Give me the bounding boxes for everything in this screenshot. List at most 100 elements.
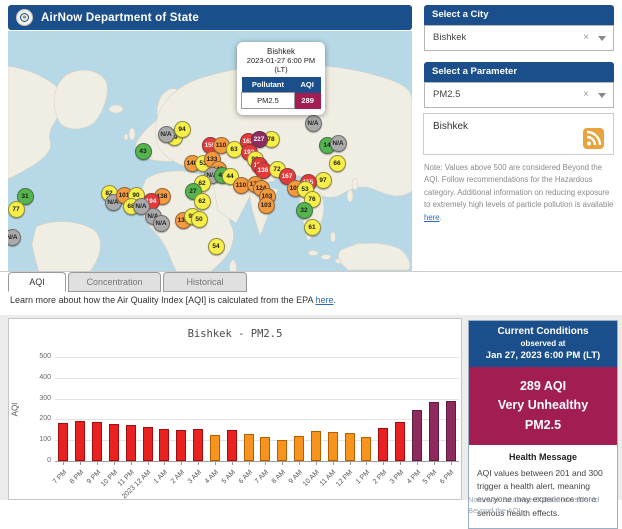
current-aqi-block: 289 AQI Very Unhealthy PM2.5: [469, 367, 617, 445]
chart-x-tick-label: 1 PM: [355, 469, 372, 486]
sidebar-note-link[interactable]: here: [424, 213, 440, 222]
chart-bar[interactable]: [328, 432, 338, 461]
chart-bar[interactable]: [260, 437, 270, 461]
tab-aqi[interactable]: AQI: [8, 272, 66, 292]
aqi-marker[interactable]: N/A: [330, 135, 347, 152]
aqi-marker[interactable]: N/A: [8, 229, 21, 246]
chart-x-tick-label: 4 AM: [204, 469, 220, 485]
chart-gridline: [55, 461, 459, 462]
chart-bar[interactable]: [345, 433, 355, 461]
aqi-marker[interactable]: 66: [329, 155, 346, 172]
chart-y-tick-label: 400: [15, 374, 51, 381]
chart-bar[interactable]: [75, 421, 85, 461]
aqi-marker[interactable]: 97: [315, 172, 332, 189]
health-message-title: Health Message: [477, 452, 609, 462]
city-dropdown-caret-icon[interactable]: [598, 36, 606, 41]
chart-x-tick: [114, 461, 115, 465]
chart-bar[interactable]: [429, 402, 439, 461]
chart-bar[interactable]: [227, 430, 237, 461]
chart-bar[interactable]: [361, 437, 371, 461]
current-conditions-title: Current Conditions: [473, 326, 613, 337]
chart-x-tick: [451, 461, 452, 465]
chart-bar[interactable]: [244, 434, 254, 461]
current-aqi-category: Very Unhealthy: [473, 396, 613, 415]
observed-at-label: observed at: [473, 339, 613, 348]
popup-aqi-value: 289: [294, 93, 320, 109]
aqi-marker[interactable]: 50: [191, 211, 208, 228]
chart-x-tick-label: 6 PM: [439, 469, 456, 486]
chart-bar[interactable]: [294, 436, 304, 461]
popup-col-pollutant: Pollutant: [242, 77, 295, 93]
chart-bar[interactable]: [159, 429, 169, 461]
chart-x-tick-label: 2 AM: [170, 469, 186, 485]
aqi-marker[interactable]: N/A: [158, 126, 175, 143]
app-title: AirNow Department of State: [41, 12, 199, 24]
aqi-marker[interactable]: 32: [296, 202, 313, 219]
chart-x-tick: [316, 461, 317, 465]
chart-x-tick: [164, 461, 165, 465]
parameter-clear-icon[interactable]: ×: [583, 83, 589, 107]
parameter-select[interactable]: PM2.5 ×: [424, 82, 614, 108]
sidebar-note-text: Note: Values above 500 are considered Be…: [424, 163, 613, 209]
city-select[interactable]: Bishkek ×: [424, 25, 614, 51]
current-aqi-value: 289 AQI: [473, 377, 613, 396]
popup-city: Bishkek: [241, 47, 321, 56]
aqi-marker[interactable]: 94: [174, 121, 191, 138]
chart-bar[interactable]: [143, 427, 153, 461]
chart-x-tick-label: 7 PM: [52, 469, 69, 486]
chart-x-tick-label: 11 AM: [319, 469, 338, 488]
tab-historical[interactable]: Historical: [163, 272, 247, 292]
chart-x-tick-label: 4 PM: [405, 469, 422, 486]
chart-x-tick: [350, 461, 351, 465]
aqi-marker[interactable]: 54: [208, 238, 225, 255]
observed-datetime: Jan 27, 2023 6:00 PM (LT): [473, 350, 613, 361]
chart-gridline: [55, 419, 459, 420]
chart-x-tick-label: 12 PM: [335, 469, 354, 488]
chart-gridline: [55, 378, 459, 379]
chart-y-axis-title: AQI: [10, 403, 19, 417]
current-conditions-footnote: Note: Values above 500 are considered Be…: [468, 494, 618, 517]
rss-feed-box: Bishkek: [423, 113, 614, 155]
chart-bar[interactable]: [311, 431, 321, 461]
chart-x-tick: [63, 461, 64, 465]
aqi-chart: Bishkek - PM2.5 AQI 01002003004005007 PM…: [8, 318, 462, 500]
chart-x-tick-label: 8 AM: [271, 469, 287, 485]
chart-bar[interactable]: [92, 422, 102, 461]
aqi-info-text: Learn more about how the Air Quality Ind…: [10, 295, 316, 305]
aqi-info-line: Learn more about how the Air Quality Ind…: [10, 295, 336, 305]
aqi-marker[interactable]: 61: [304, 219, 321, 236]
chart-bar[interactable]: [378, 428, 388, 461]
rss-icon[interactable]: [583, 128, 604, 149]
chart-bar[interactable]: [176, 430, 186, 461]
chart-bar[interactable]: [210, 435, 220, 461]
chart-x-tick: [249, 461, 250, 465]
world-map[interactable]: 3177N/A82N/A1019013819468N/AN/AN/A437994…: [8, 31, 412, 271]
chart-bar[interactable]: [395, 422, 405, 461]
chart-x-tick-label: 10 PM: [100, 469, 119, 488]
city-select-header: Select a City: [424, 5, 614, 25]
chart-x-tick: [148, 461, 149, 465]
aqi-marker[interactable]: N/A: [305, 115, 322, 132]
aqi-marker[interactable]: N/A: [153, 215, 170, 232]
chart-bar[interactable]: [412, 410, 422, 461]
chart-bar[interactable]: [109, 424, 119, 461]
chart-x-tick-label: 1 AM: [153, 469, 169, 485]
chart-x-tick-label: 2 PM: [372, 469, 389, 486]
chart-x-tick: [265, 461, 266, 465]
chart-bar[interactable]: [277, 440, 287, 461]
chart-bar[interactable]: [126, 425, 136, 461]
chart-bar[interactable]: [193, 429, 203, 461]
aqi-marker[interactable]: 103: [258, 197, 275, 214]
city-clear-icon[interactable]: ×: [583, 26, 589, 50]
aqi-marker[interactable]: 77: [8, 201, 25, 218]
chart-bar[interactable]: [58, 423, 68, 461]
chart-x-tick-label: 7 AM: [254, 469, 270, 485]
chart-x-tick: [131, 461, 132, 465]
chart-gridline: [55, 357, 459, 358]
aqi-marker[interactable]: 43: [135, 143, 152, 160]
chart-bar[interactable]: [446, 401, 456, 461]
parameter-dropdown-caret-icon[interactable]: [598, 93, 606, 98]
tab-concentration[interactable]: Concentration: [68, 272, 161, 292]
aqi-marker[interactable]: 62: [194, 193, 211, 210]
aqi-info-link[interactable]: here: [316, 295, 334, 305]
